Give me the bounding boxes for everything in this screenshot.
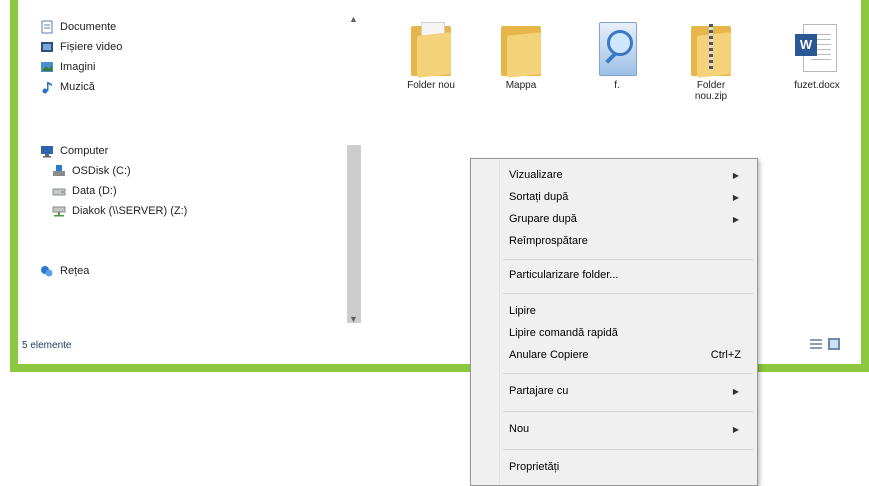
details-view-icon[interactable]	[810, 338, 822, 350]
drive-c-icon	[52, 164, 66, 178]
nav-item-label: Documente	[60, 21, 117, 33]
context-menu: Vizualizare ▶ Sortați după ▶ Grupare dup…	[470, 158, 758, 486]
zip-folder-icon	[687, 20, 735, 78]
large-icons-view-icon[interactable]	[828, 338, 840, 350]
nav-item-label: Data (D:)	[72, 185, 117, 197]
menu-item-sortati-dupa[interactable]: Sortați după ▶	[509, 187, 745, 207]
nav-item-label: Rețea	[60, 265, 90, 277]
network-drive-icon	[52, 204, 66, 218]
submenu-arrow-icon: ▶	[732, 424, 739, 434]
menu-separator	[503, 259, 753, 260]
document-library-icon	[40, 20, 54, 34]
music-library-icon	[40, 80, 54, 94]
menu-item-label: Particularizare folder...	[509, 269, 619, 281]
menu-item-label: Vizualizare	[509, 169, 563, 181]
submenu-arrow-icon: ▶	[732, 386, 739, 396]
menu-item-label: Lipire	[509, 305, 536, 317]
folder-icon	[497, 20, 545, 78]
menu-item-label: Partajare cu	[509, 385, 569, 397]
menu-item-label: Proprietăți	[509, 461, 560, 473]
file-label: f.	[614, 80, 620, 91]
nav-item-osdisk[interactable]: OSDisk (C:)	[52, 162, 131, 180]
file-label: fuzet.docx	[794, 80, 840, 91]
nav-item-muzica[interactable]: Muzică	[40, 78, 95, 96]
nav-item-label: OSDisk (C:)	[72, 165, 131, 177]
menu-separator	[503, 373, 753, 374]
menu-item-reimprospatare[interactable]: Reîmprospătare	[509, 231, 745, 251]
status-item-count: 5 elemente	[22, 340, 72, 351]
menu-item-shortcut: Ctrl+Z	[710, 349, 741, 361]
menu-item-nou[interactable]: Nou ▶	[509, 419, 745, 439]
menu-separator	[503, 293, 753, 294]
menu-separator	[503, 411, 753, 412]
scroll-down-icon[interactable]: ▼	[349, 314, 358, 324]
scroll-thumb[interactable]	[347, 145, 361, 323]
file-label: Folder nou	[407, 80, 455, 91]
window-right-border	[861, 0, 869, 372]
nav-item-imagini[interactable]: Imagini	[40, 58, 95, 76]
view-switcher	[810, 338, 840, 350]
file-label: Mappa	[505, 80, 537, 91]
menu-item-lipire[interactable]: Lipire	[509, 301, 745, 321]
nav-item-label: Imagini	[60, 61, 96, 73]
menu-separator	[503, 449, 753, 450]
pictures-library-icon	[40, 60, 54, 74]
menu-item-label: Grupare după	[509, 213, 577, 225]
nav-item-computer[interactable]: Computer	[40, 142, 108, 160]
file-item-search[interactable]: f.	[578, 20, 656, 91]
menu-item-label: Sortați după	[509, 191, 569, 203]
submenu-arrow-icon: ▶	[732, 170, 739, 180]
nav-item-retea[interactable]: Rețea	[40, 262, 89, 280]
menu-item-label: Reîmprospătare	[509, 235, 588, 247]
file-item-folder-nou[interactable]: Folder nou	[392, 20, 470, 91]
search-file-icon	[593, 20, 641, 76]
menu-item-grupare-dupa[interactable]: Grupare după ▶	[509, 209, 745, 229]
menu-item-label: Anulare Copiere	[509, 349, 589, 361]
file-item-folder-nou-zip[interactable]: Folder nou.zip	[672, 20, 750, 102]
menu-item-proprietati[interactable]: Proprietăți	[509, 457, 745, 477]
nav-item-label: Muzică	[60, 81, 95, 93]
menu-item-label: Nou	[509, 423, 530, 435]
menu-item-vizualizare[interactable]: Vizualizare ▶	[509, 165, 745, 185]
nav-item-label: Computer	[60, 145, 109, 157]
scroll-up-icon[interactable]: ▲	[349, 14, 358, 24]
menu-item-label: Lipire comandă rapidă	[509, 327, 618, 339]
video-library-icon	[40, 40, 54, 54]
nav-item-documente[interactable]: Documente	[40, 18, 116, 36]
nav-scrollbar[interactable]: ▲ ▼	[345, 10, 363, 332]
network-icon	[40, 264, 54, 278]
menu-item-anulare-copiere[interactable]: Anulare Copiere Ctrl+Z	[509, 345, 745, 365]
drive-d-icon	[52, 184, 66, 198]
nav-item-fisiere-video[interactable]: Fișiere video	[40, 38, 122, 56]
folder-icon	[407, 20, 455, 78]
computer-icon	[40, 144, 54, 158]
nav-item-label: Diakok (\\SERVER) (Z:)	[72, 205, 188, 217]
menu-item-lipire-comanda-rapida[interactable]: Lipire comandă rapidă	[509, 323, 745, 343]
file-label: Folder nou.zip	[694, 80, 728, 102]
submenu-arrow-icon: ▶	[732, 214, 739, 224]
nav-item-network-drive[interactable]: Diakok (\\SERVER) (Z:)	[52, 202, 187, 220]
menu-item-partajare-cu[interactable]: Partajare cu ▶	[509, 381, 745, 401]
nav-item-label: Fișiere video	[60, 41, 123, 53]
file-item-fuzet-docx[interactable]: W fuzet.docx	[778, 20, 856, 91]
nav-item-data[interactable]: Data (D:)	[52, 182, 117, 200]
file-item-mappa[interactable]: Mappa	[482, 20, 560, 91]
submenu-arrow-icon: ▶	[732, 192, 739, 202]
menu-item-particularizare-folder[interactable]: Particularizare folder...	[509, 265, 745, 285]
word-document-icon: W	[793, 20, 841, 76]
